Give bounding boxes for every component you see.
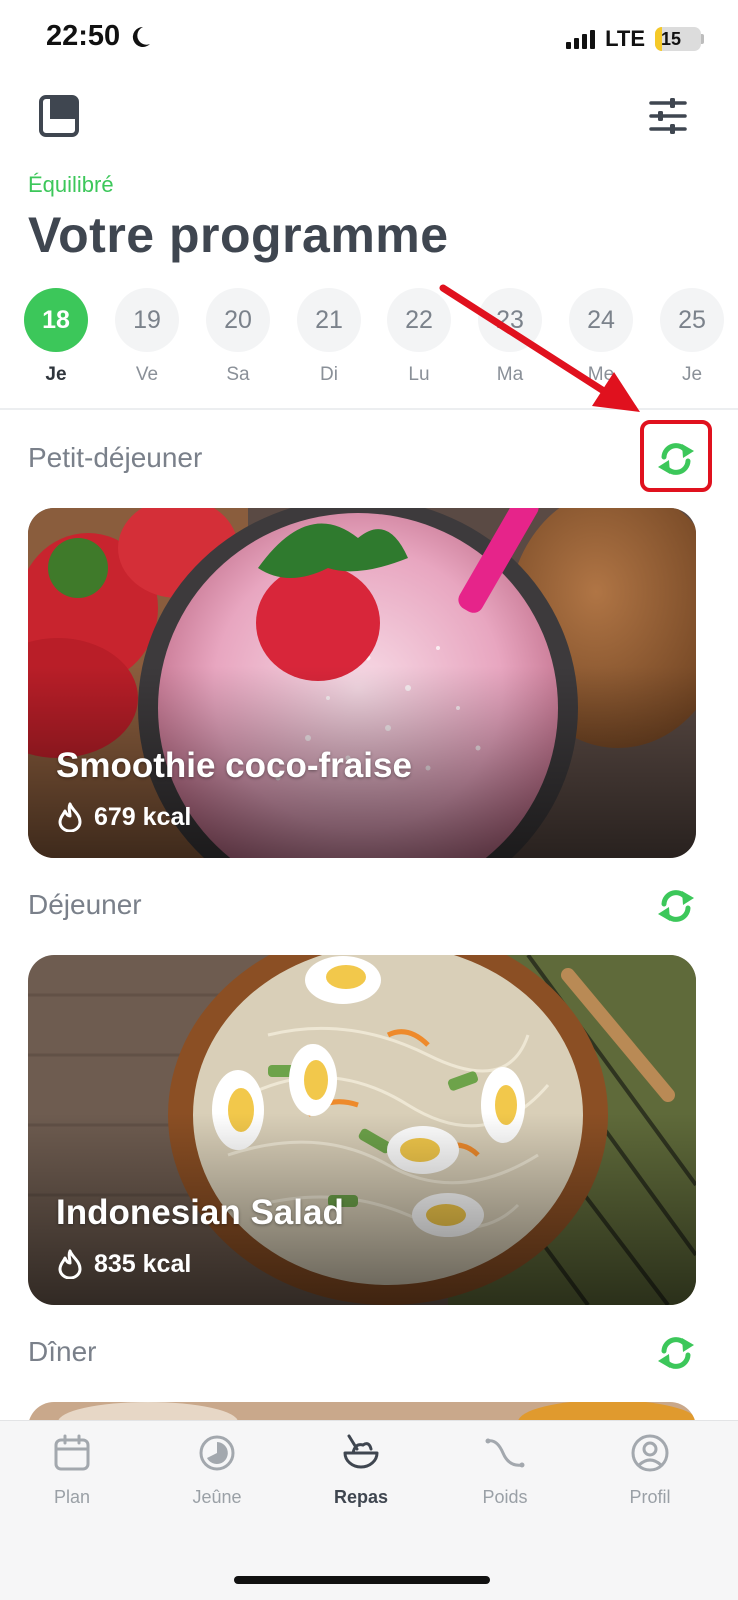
day-number: 20 — [206, 288, 270, 352]
nav-weight[interactable]: Poids — [445, 1433, 565, 1508]
bowl-icon — [343, 1434, 379, 1469]
meal-name: Indonesian Salad — [56, 1193, 344, 1232]
day-label: Di — [320, 364, 338, 385]
timer-icon — [199, 1435, 235, 1471]
day-label: Je — [45, 364, 67, 385]
day-item-21[interactable]: 21 Di — [297, 288, 361, 386]
book-icon[interactable] — [38, 94, 82, 140]
section-title-dinner: Dîner — [28, 1336, 97, 1367]
nav-fasting[interactable]: Jeûne — [157, 1433, 277, 1508]
day-item-19[interactable]: 19 Ve — [115, 288, 179, 386]
sliders-icon[interactable] — [648, 96, 688, 136]
signal-icon — [566, 29, 596, 49]
battery-tip — [701, 34, 704, 44]
nav-meals[interactable]: Repas — [301, 1433, 421, 1508]
day-item-24[interactable]: 24 Me — [569, 288, 633, 386]
section-title-breakfast: Petit-déjeuner — [28, 442, 203, 473]
day-number: 22 — [387, 288, 451, 352]
flame-icon — [58, 802, 82, 832]
nav-label: Repas — [333, 1487, 389, 1507]
nav-profile[interactable]: Profil — [590, 1433, 710, 1508]
refresh-icon — [658, 890, 694, 922]
meal-calories: 835 kcal — [56, 1249, 191, 1279]
calendar-icon — [54, 1434, 90, 1471]
weight-curve-icon — [485, 1438, 525, 1468]
day-number: 23 — [478, 288, 542, 352]
profile-icon — [631, 1434, 669, 1472]
day-number: 19 — [115, 288, 179, 352]
section-title-lunch: Déjeuner — [28, 889, 142, 920]
day-number: 18 — [24, 288, 88, 352]
day-selector: 18 Je 19 Ve 20 Sa 21 Di 22 Lu 23 Ma 24 M… — [24, 288, 738, 388]
day-label: Ve — [135, 364, 159, 385]
day-item-22[interactable]: 22 Lu — [387, 288, 451, 386]
meal-card-breakfast[interactable]: Smoothie coco-fraise 679 kcal — [28, 508, 696, 858]
flame-icon — [58, 1249, 82, 1279]
day-number: 21 — [297, 288, 361, 352]
day-label: Sa — [226, 364, 250, 385]
network-label: LTE — [605, 26, 645, 51]
top-toolbar — [0, 94, 738, 144]
day-number: 25 — [660, 288, 724, 352]
day-number: 24 — [569, 288, 633, 352]
day-item-20[interactable]: 20 Sa — [206, 288, 270, 386]
battery-level: 15 — [661, 28, 682, 49]
day-label: Je — [681, 364, 703, 385]
status-time: 22:50 — [46, 20, 152, 53]
day-label: Me — [587, 364, 615, 385]
nav-plan[interactable]: Plan — [12, 1433, 132, 1508]
meal-calories: 679 kcal — [56, 802, 191, 832]
meal-name: Smoothie coco-fraise — [56, 746, 412, 785]
bottom-nav: Plan Jeûne Repas Poids Profil — [0, 1420, 738, 1600]
refresh-lunch-button[interactable] — [653, 883, 699, 929]
nav-label: Poids — [482, 1487, 528, 1507]
home-indicator — [234, 1576, 490, 1584]
meal-card-lunch[interactable]: Indonesian Salad 835 kcal — [28, 955, 696, 1305]
day-item-25[interactable]: 25 Je — [660, 288, 724, 386]
nav-label: Profil — [629, 1487, 671, 1507]
nav-label: Plan — [53, 1487, 91, 1507]
refresh-dinner-button[interactable] — [653, 1330, 699, 1376]
status-bar: 22:50 LTE 15 — [0, 0, 738, 80]
moon-icon — [133, 26, 151, 47]
divider — [0, 408, 738, 410]
kcal-value: 835 kcal — [94, 1249, 192, 1278]
day-label: Lu — [408, 364, 430, 385]
day-item-23[interactable]: 23 Ma — [478, 288, 542, 386]
plan-type-label: Équilibré — [28, 172, 114, 197]
nav-label: Jeûne — [192, 1487, 242, 1507]
page-title: Votre programme — [28, 207, 449, 263]
battery-icon: 15 — [655, 27, 701, 51]
day-label: Ma — [496, 364, 524, 385]
clock-text: 22:50 — [46, 20, 121, 52]
status-indicators: LTE 15 — [566, 26, 704, 52]
day-item-18[interactable]: 18 Je — [24, 288, 88, 386]
annotation-highlight-box — [640, 420, 712, 492]
refresh-icon — [658, 1337, 694, 1369]
kcal-value: 679 kcal — [94, 802, 192, 831]
